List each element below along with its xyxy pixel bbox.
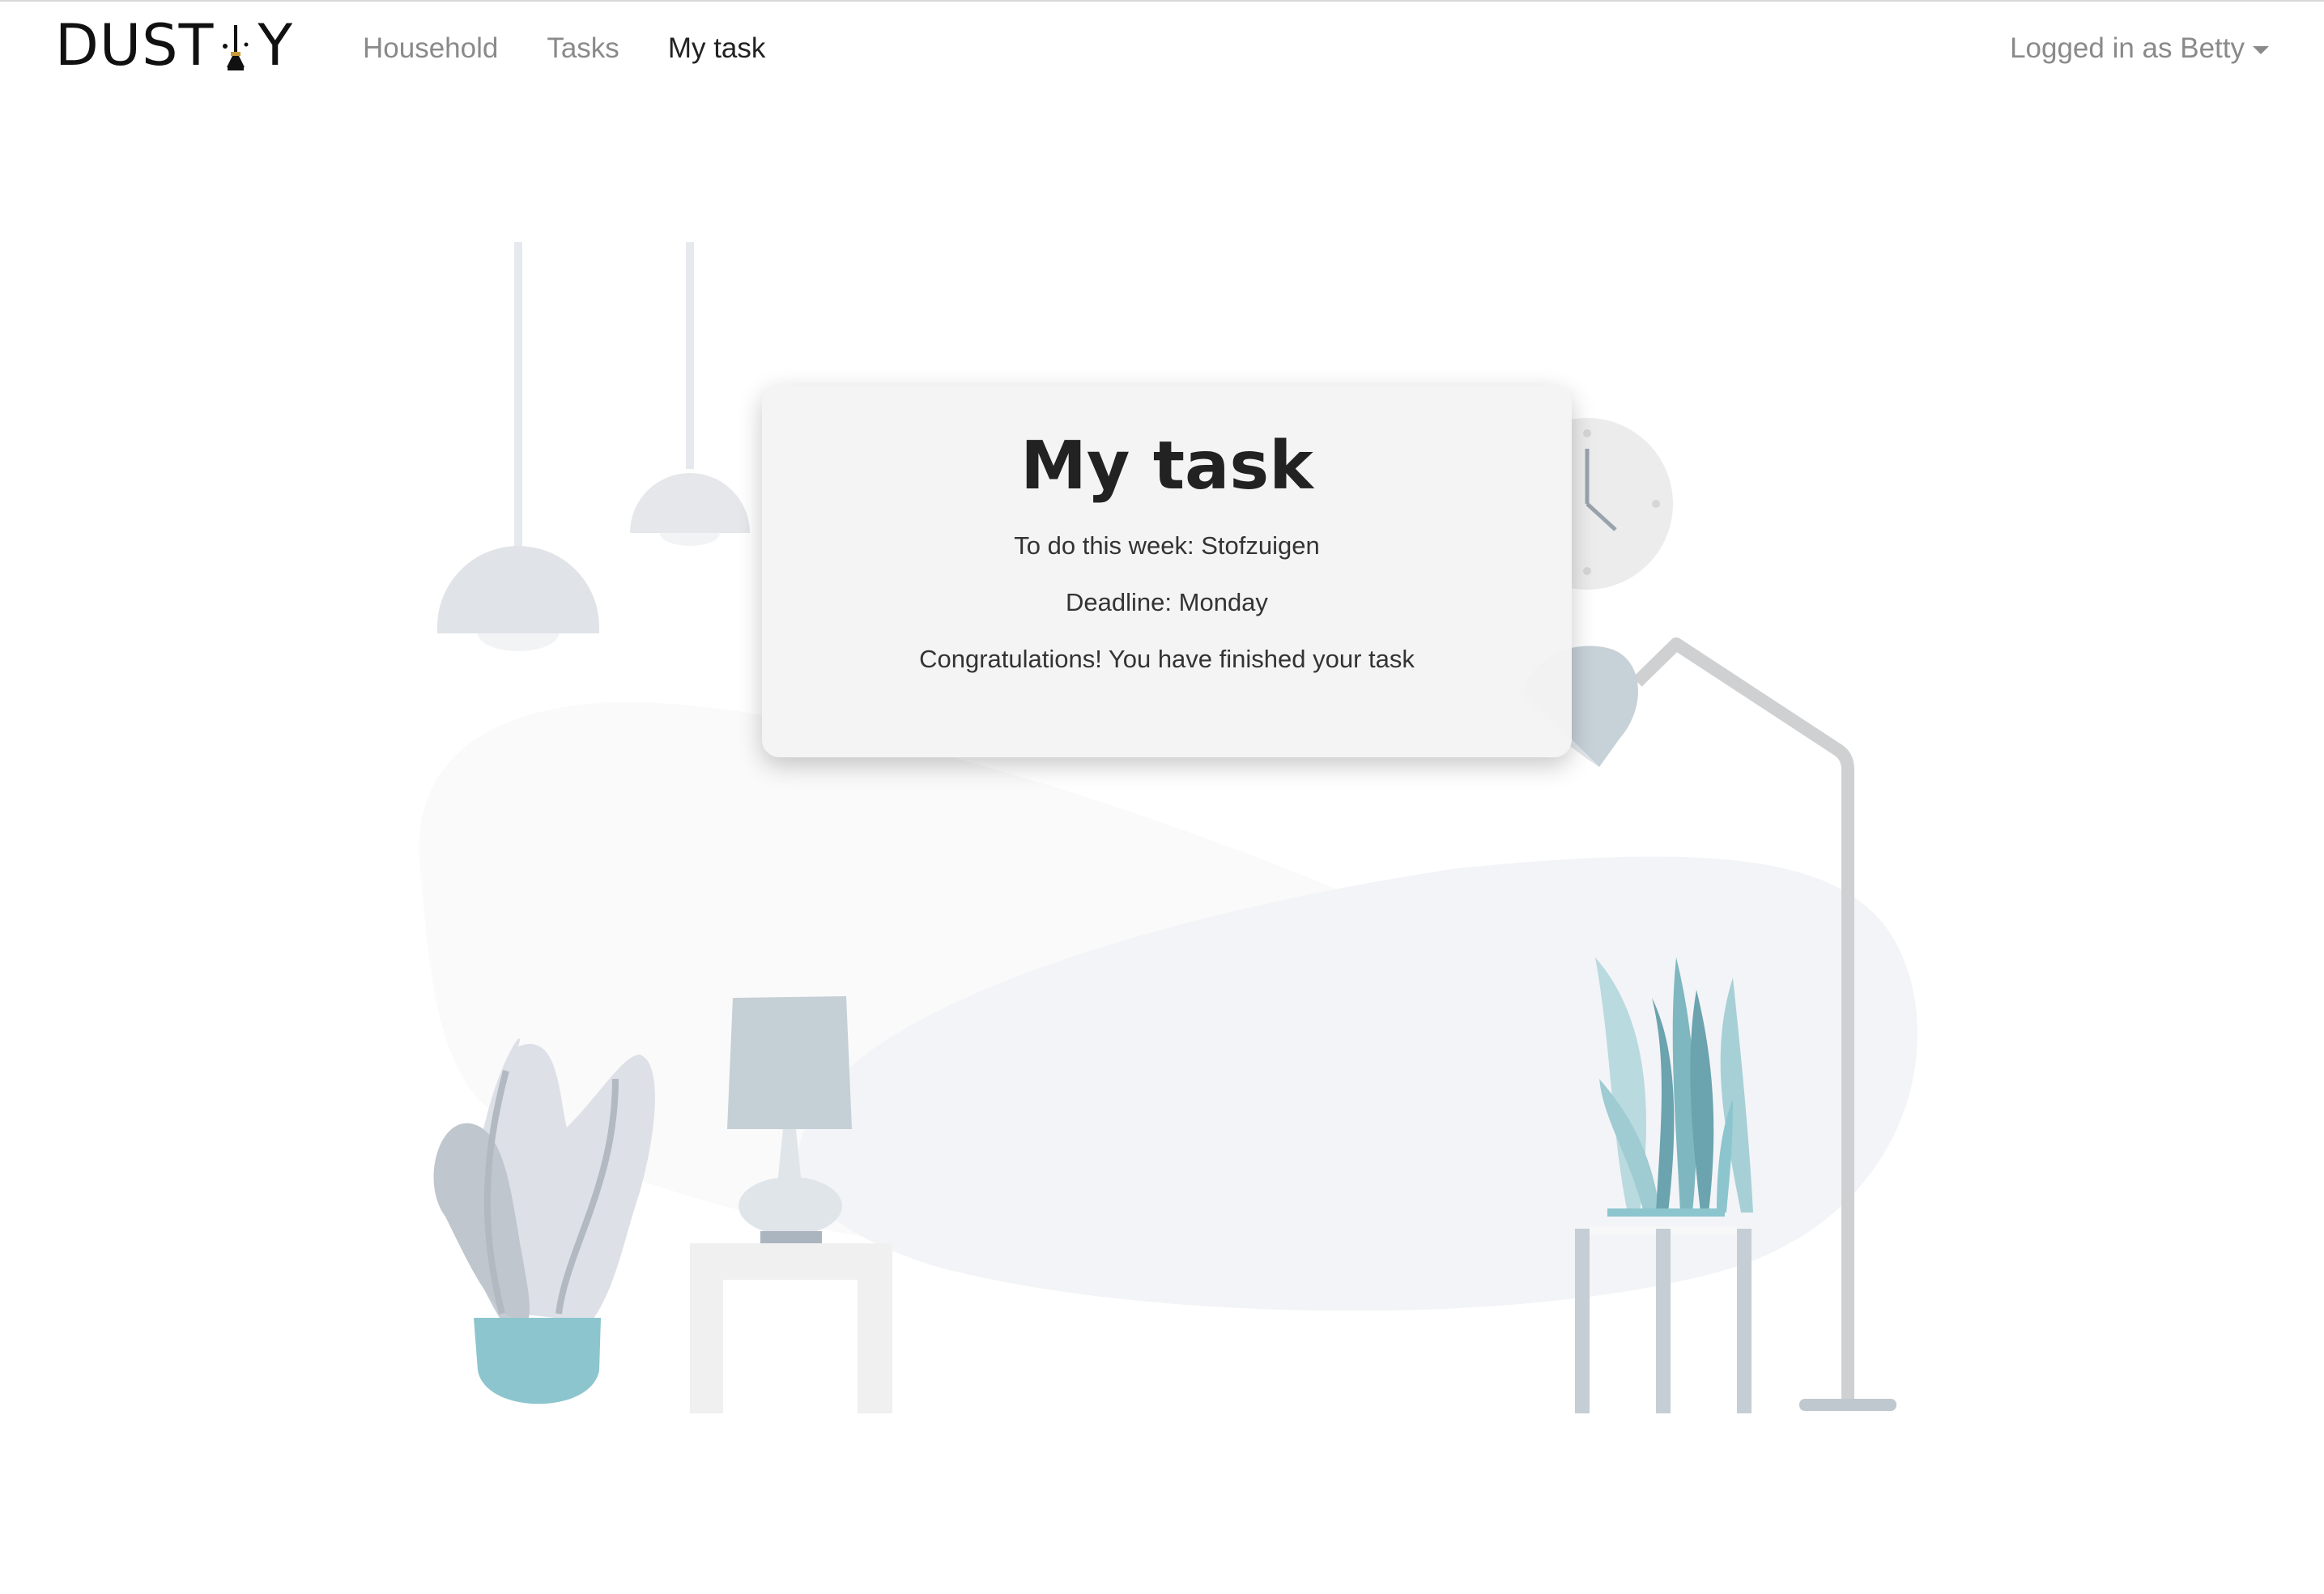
pendant-lamp-right <box>630 242 750 546</box>
room-illustration <box>419 242 1918 1413</box>
nav-link-my-task[interactable]: My task <box>668 32 766 65</box>
task-todo-text: To do this week: Stofzuigen <box>1014 531 1320 560</box>
nav-link-household[interactable]: Household <box>363 32 498 65</box>
caret-down-icon <box>2253 46 2269 54</box>
user-menu-toggle[interactable]: Logged in as Betty <box>2010 32 2269 65</box>
brand-text-left: DUST <box>55 12 215 79</box>
broom-icon <box>223 25 249 70</box>
user-menu-label: Logged in as Betty <box>2010 32 2245 64</box>
brand-text-right: Y <box>258 12 294 79</box>
side-table <box>690 1243 892 1413</box>
potted-plant-left <box>433 1038 655 1404</box>
task-card-title: My task <box>1020 428 1313 505</box>
nav-link-tasks[interactable]: Tasks <box>547 32 619 65</box>
pendant-lamp-left <box>437 242 599 651</box>
brand-logo[interactable]: DUST Y <box>55 13 293 78</box>
table-lamp <box>727 996 852 1243</box>
task-card: My task To do this week: Stofzuigen Dead… <box>762 385 1572 757</box>
task-status-message: Congratulations! You have finished your … <box>919 645 1415 674</box>
task-deadline-text: Deadline: Monday <box>1066 588 1268 617</box>
navbar: DUST Y Household Tasks My task Logged in… <box>0 2 2324 107</box>
nav-links: Household Tasks My task <box>363 32 765 65</box>
page: DUST Y Household Tasks My task Logged in… <box>0 0 2324 1594</box>
